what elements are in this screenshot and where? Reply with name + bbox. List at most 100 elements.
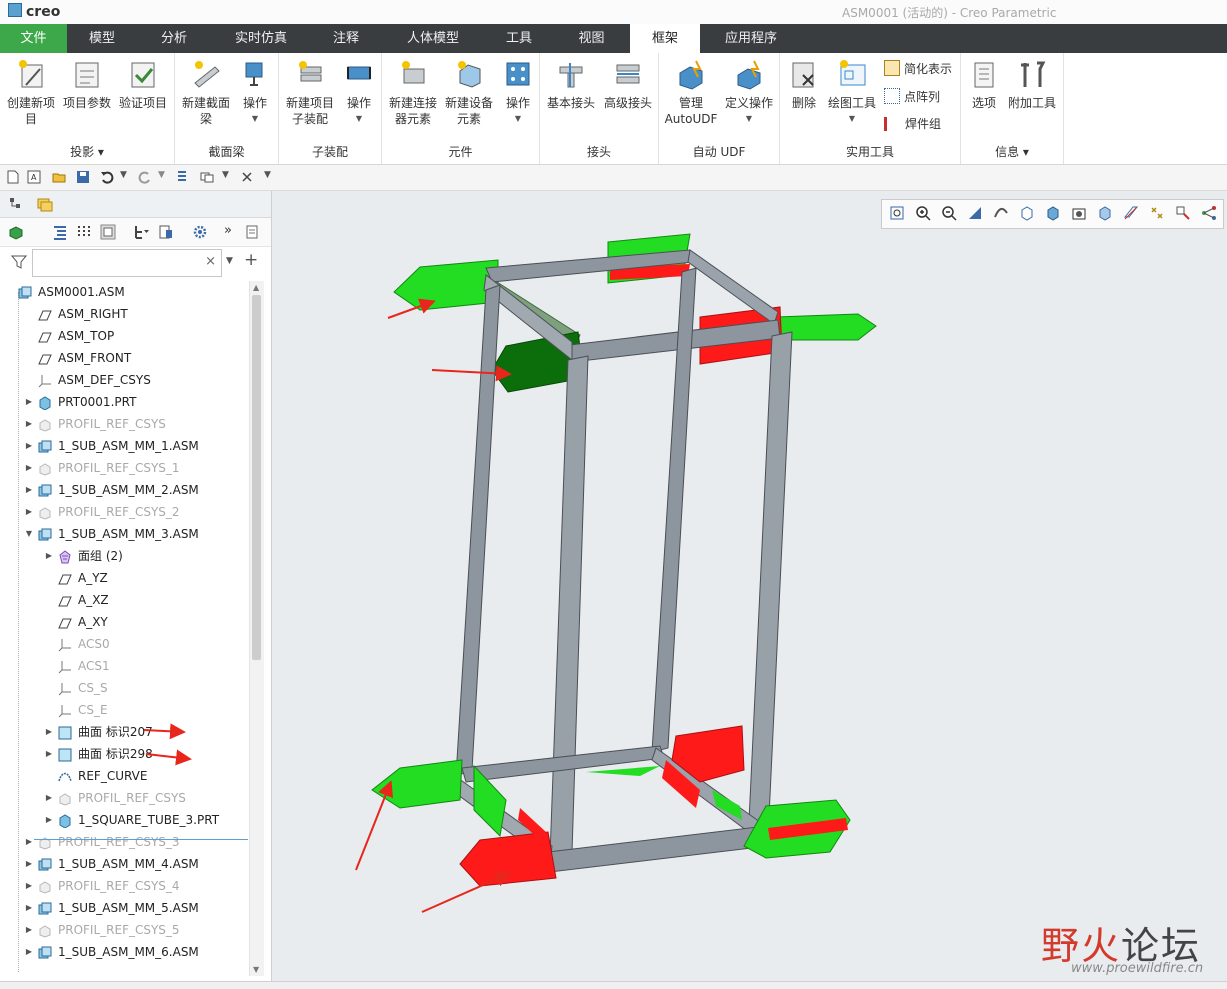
tab-applications[interactable]: 应用程序 — [700, 24, 802, 53]
spin-center-icon[interactable] — [993, 205, 1009, 221]
regenerate-icon[interactable] — [176, 170, 190, 184]
tree-item[interactable]: CS_E — [0, 699, 248, 721]
filter-icon[interactable] — [11, 254, 27, 270]
expand-arrow-icon[interactable]: ▶ — [24, 501, 34, 523]
expand-arrow-icon[interactable]: ▶ — [24, 413, 34, 435]
delete-button[interactable]: 删除 — [782, 57, 826, 111]
tree-item[interactable]: ▶ PRT0001.PRT — [0, 391, 248, 413]
expand-arrow-icon[interactable]: ▶ — [44, 545, 54, 567]
tree-search-box[interactable]: × — [32, 249, 222, 277]
basic-joint-button[interactable]: 基本接头 — [542, 57, 600, 111]
tab-simulation[interactable]: 实时仿真 — [211, 24, 311, 53]
tab-file[interactable]: 文件 — [0, 24, 67, 53]
tree-item[interactable]: ▶ PROFIL_REF_CSYS_5 — [0, 919, 248, 941]
zoom-out-icon[interactable] — [941, 205, 957, 221]
beam-bottom-front[interactable] — [547, 825, 769, 873]
tree-filter-icon[interactable] — [134, 224, 150, 240]
perspective-icon[interactable] — [1097, 205, 1113, 221]
tab-tools[interactable]: 工具 — [485, 24, 553, 53]
group-label-projection[interactable]: 投影 ▾ — [0, 143, 174, 160]
scroll-down-icon[interactable]: ▼ — [253, 965, 259, 974]
windows-dropdown-icon[interactable]: ▼ — [222, 170, 229, 180]
expand-arrow-icon[interactable]: ▶ — [24, 941, 34, 963]
post-front-right[interactable] — [747, 331, 793, 843]
tree-notes-icon[interactable] — [244, 224, 260, 240]
post-back-left[interactable] — [455, 284, 501, 777]
create-project-button[interactable]: 创建新项目 — [4, 57, 58, 127]
point-array-button[interactable]: 点阵列 — [884, 88, 940, 105]
close-window-icon[interactable] — [240, 170, 254, 184]
tab-model[interactable]: 模型 — [67, 24, 137, 53]
tree-item[interactable]: ▶ 1_SQUARE_TUBE_3.PRT — [0, 809, 248, 831]
bottom-front-red-surface[interactable] — [459, 831, 557, 887]
tree-item[interactable]: ACS1 — [0, 655, 248, 677]
save-icon[interactable] — [76, 170, 90, 184]
tab-annotate[interactable]: 注释 — [311, 24, 381, 53]
more-icon[interactable]: » — [224, 223, 232, 238]
tab-framework[interactable]: 框架 — [630, 24, 700, 53]
new-section-beam-button[interactable]: 新建截面梁 — [178, 57, 234, 127]
expand-arrow-icon[interactable]: ▶ — [24, 853, 34, 875]
collapse-arrow-icon[interactable]: ▼ — [24, 523, 34, 545]
expand-arrow-icon[interactable]: ▶ — [24, 391, 34, 413]
tree-settings-icon[interactable] — [158, 224, 174, 240]
tree-item[interactable]: ▶ PROFIL_REF_CSYS_2 — [0, 501, 248, 523]
redo-icon[interactable] — [138, 170, 152, 184]
tree-item[interactable]: CS_S — [0, 677, 248, 699]
subasm-operation-button[interactable]: 操作 ▼ — [339, 57, 379, 127]
bottom-left-green-surface[interactable] — [371, 759, 463, 809]
tree-item[interactable]: ▶ 1_SUB_ASM_MM_4.ASM — [0, 853, 248, 875]
tree-search-input[interactable] — [37, 251, 201, 275]
weld-group-button[interactable]: 焊件组 — [884, 115, 941, 132]
expand-arrow-icon[interactable]: ▶ — [24, 479, 34, 501]
tab-view[interactable]: 视图 — [553, 24, 630, 53]
tree-list-icon[interactable] — [52, 224, 68, 240]
windows-icon[interactable] — [200, 170, 214, 184]
tree-item[interactable]: ASM_TOP — [0, 325, 248, 347]
folder-browser-tab-icon[interactable] — [36, 195, 54, 213]
layer-tree-icon[interactable] — [100, 224, 116, 240]
tree-item[interactable]: ▶ 1_SUB_ASM_MM_1.ASM — [0, 435, 248, 457]
show-icon[interactable] — [8, 224, 24, 240]
new-connector-button[interactable]: 新建连接器元素 — [385, 57, 441, 127]
expand-arrow-icon[interactable]: ▶ — [24, 897, 34, 919]
tree-item[interactable]: A_YZ — [0, 567, 248, 589]
new-drawing-icon[interactable]: A — [27, 170, 41, 184]
new-file-icon[interactable] — [6, 170, 20, 184]
tree-item[interactable]: ASM_DEF_CSYS — [0, 369, 248, 391]
tree-scrollbar-thumb[interactable] — [252, 295, 261, 660]
tree-item[interactable]: ▶ PROFIL_REF_CSYS_4 — [0, 875, 248, 897]
tab-analysis[interactable]: 分析 — [137, 24, 211, 53]
bottom-back-green-strip[interactable] — [586, 766, 660, 776]
annotation-display-icon[interactable] — [1201, 205, 1217, 221]
datum-point-display-icon[interactable] — [1149, 205, 1165, 221]
define-operation-button[interactable]: 定义操作 ▼ — [721, 57, 777, 127]
tree-item[interactable]: ▶ 面组 (2) — [0, 545, 248, 567]
top-left-green-surface[interactable] — [393, 259, 499, 311]
undo-dropdown-icon[interactable]: ▼ — [120, 170, 127, 180]
tree-item[interactable]: REF_CURVE — [0, 765, 248, 787]
tree-item[interactable]: ▶ 1_SUB_ASM_MM_6.ASM — [0, 941, 248, 963]
tree-item[interactable]: ▶ PROFIL_REF_CSYS — [0, 787, 248, 809]
refit-icon[interactable] — [889, 205, 905, 221]
project-params-button[interactable]: 项目参数 — [60, 57, 114, 111]
tree-item[interactable]: ▶ 曲面 标识207 — [0, 721, 248, 743]
expand-arrow-icon[interactable]: ▶ — [44, 809, 54, 831]
frame-model-3d[interactable] — [272, 191, 1227, 981]
expand-arrow-icon[interactable]: ▶ — [24, 919, 34, 941]
tree-item[interactable]: ASM0001.ASM — [0, 281, 248, 303]
undo-icon[interactable] — [100, 170, 114, 184]
beam-operation-button[interactable]: 操作 ▼ — [235, 57, 275, 127]
advanced-joint-button[interactable]: 高级接头 — [600, 57, 656, 111]
clear-search-icon[interactable]: × — [205, 254, 216, 269]
verify-project-button[interactable]: 验证项目 — [116, 57, 170, 111]
datum-plane-display-icon[interactable] — [1123, 205, 1139, 221]
tree-item[interactable]: ▶ PROFIL_REF_CSYS — [0, 413, 248, 435]
expand-arrow-icon[interactable]: ▶ — [44, 721, 54, 743]
expand-arrow-icon[interactable]: ▶ — [44, 787, 54, 809]
saved-orientations-icon[interactable] — [1019, 205, 1035, 221]
simplified-rep-button[interactable]: 简化表示 — [884, 60, 952, 77]
new-equipment-button[interactable]: 新建设备元素 — [441, 57, 497, 127]
options-button[interactable]: 选项 — [965, 57, 1003, 111]
tree-item[interactable]: ▶ PROFIL_REF_CSYS_1 — [0, 457, 248, 479]
